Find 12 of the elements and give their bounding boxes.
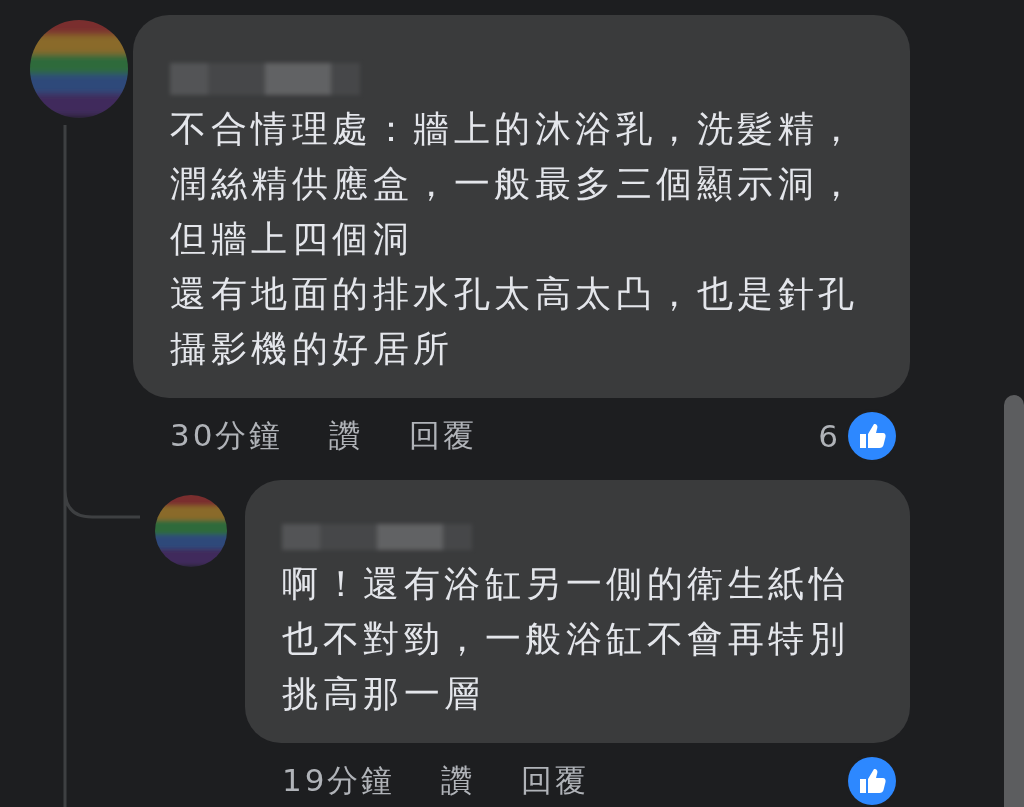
like-link[interactable]: 讚 [329,415,364,457]
reply-link[interactable]: 回覆 [409,415,478,457]
comment-time[interactable]: 19分鐘 [282,760,396,802]
avatar[interactable] [155,495,227,567]
avatar[interactable] [30,20,128,118]
comment-text: 不合情理處：牆上的沐浴乳，洗髮精， 潤絲精供應盒，一般最多三個顯示洞， 但牆上四個洞 還有地面的排水孔太高太凸，也是針孔 攝影機的好居所 [170,107,860,371]
reply-link[interactable]: 回覆 [521,760,590,802]
scrollbar[interactable] [1004,395,1024,807]
comment-time[interactable]: 30分鐘 [170,415,284,457]
like-link[interactable]: 讚 [441,760,476,802]
comment-text: 啊！還有浴缸另一側的衛生紙怡 也不對勁，一般浴缸不會再特別 挑高那一層 [282,562,850,716]
like-count: 6 [818,418,838,454]
